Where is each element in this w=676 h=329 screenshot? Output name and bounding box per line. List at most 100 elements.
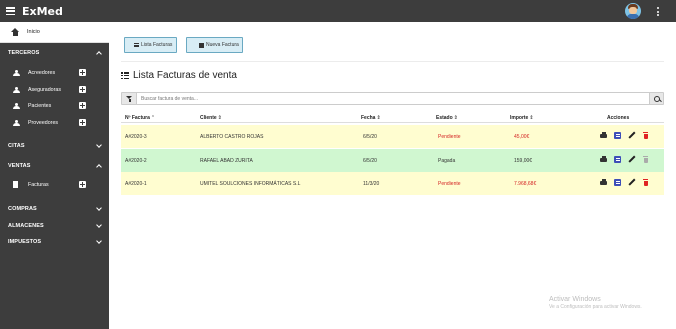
delete-disabled-icon <box>642 156 650 164</box>
chevron-down-icon <box>96 142 102 148</box>
table-header: Nº Factura⌃ Cliente⇕ Fecha⇕ Estado⇕ Impo… <box>121 111 664 123</box>
more-vert-icon[interactable] <box>656 7 659 16</box>
invoice-number: A#2020-2 <box>125 158 147 164</box>
sidebar-section-almacenes[interactable]: ALMACENES <box>0 220 109 232</box>
edit-icon[interactable] <box>628 156 636 164</box>
print-icon[interactable] <box>600 179 608 187</box>
add-paciente-icon[interactable] <box>79 102 86 109</box>
divider <box>121 61 664 62</box>
sidebar-item-acreedores[interactable]: Acreedores <box>0 67 109 79</box>
button-label: Lista Facturas <box>141 42 173 48</box>
sidebar-section-terceros[interactable]: TERCEROS <box>0 47 109 59</box>
pdf-icon[interactable] <box>614 156 622 164</box>
sidebar-item-label: Pacientes <box>28 103 52 109</box>
chevron-down-icon <box>96 205 102 211</box>
sidebar-item-aseguradoras[interactable]: Aseguradoras <box>0 84 109 96</box>
add-box-icon <box>199 42 204 48</box>
row-actions <box>600 132 660 141</box>
main-content: Lista Facturas Nueva Factura Lista Factu… <box>109 22 676 329</box>
delete-icon[interactable] <box>642 179 650 187</box>
new-invoice-button[interactable]: Nueva Factura <box>186 37 243 53</box>
table-row[interactable]: A#2020-2 RAFAEL ABAD ZURITA 6/5/20 Pagad… <box>121 149 664 172</box>
sort-icon: ⇕ <box>529 115 534 121</box>
list-icon <box>134 43 139 47</box>
sidebar-item-label: Proveedores <box>28 120 59 126</box>
add-factura-icon[interactable] <box>79 181 86 188</box>
windows-activation-watermark: Activar Windows Ve a Configuración para … <box>549 296 642 310</box>
print-icon[interactable] <box>600 156 608 164</box>
search-input[interactable] <box>137 93 649 104</box>
invoice-number: A#2020-3 <box>125 134 147 140</box>
sidebar-item-label: Facturas <box>28 182 49 188</box>
section-label: COMPRAS <box>8 206 37 212</box>
sidebar-item-inicio[interactable]: Inicio <box>0 22 109 43</box>
column-header-status[interactable]: Estado⇕ <box>436 115 458 121</box>
filter-icon[interactable] <box>122 93 137 104</box>
list-alt-icon <box>121 72 129 80</box>
page-title: Lista Facturas de venta <box>121 70 237 81</box>
column-header-date[interactable]: Fecha⇕ <box>361 115 381 121</box>
people-icon <box>13 103 21 109</box>
pdf-icon[interactable] <box>614 132 622 140</box>
button-label: Nueva Factura <box>206 42 239 48</box>
header-label: Fecha <box>361 115 376 121</box>
column-header-amount[interactable]: Importe⇕ <box>510 115 534 121</box>
row-actions <box>600 156 660 165</box>
edit-icon[interactable] <box>628 179 636 187</box>
invoice-status: Pendiente <box>438 134 461 140</box>
edit-icon[interactable] <box>628 132 636 140</box>
person-icon <box>13 120 21 126</box>
sidebar-item-facturas[interactable]: Facturas <box>0 179 109 191</box>
user-avatar[interactable] <box>625 3 641 19</box>
table-row[interactable]: A#2020-1 UMITEL SOULCIONES INFORMÁTICAS … <box>121 172 664 195</box>
column-header-client[interactable]: Cliente⇕ <box>200 115 222 121</box>
chevron-down-icon <box>96 222 102 228</box>
sidebar-item-label: Acreedores <box>28 70 56 76</box>
header-label: Nº Factura <box>125 115 150 121</box>
app-title: ExMed <box>22 4 63 18</box>
invoice-amount: 159,00€ <box>514 158 533 164</box>
search-bar <box>121 92 664 105</box>
hamburger-menu-icon[interactable] <box>6 7 15 15</box>
watermark-title: Activar Windows <box>549 296 601 303</box>
invoice-status: Pagada <box>438 158 456 164</box>
invoice-date: 6/5/20 <box>363 134 377 140</box>
section-label: ALMACENES <box>8 223 44 229</box>
sidebar-section-citas[interactable]: CITAS <box>0 140 109 152</box>
sidebar-section-impuestos[interactable]: IMPUESTOS <box>0 236 109 248</box>
sidebar-item-label: Inicio <box>27 29 40 35</box>
invoice-client: RAFAEL ABAD ZURITA <box>200 158 253 164</box>
add-proveedor-icon[interactable] <box>79 119 86 126</box>
invoice-amount: 45,00€ <box>514 134 530 140</box>
sidebar-item-pacientes[interactable]: Pacientes <box>0 100 109 112</box>
sort-asc-icon: ⌃ <box>150 115 156 121</box>
invoice-status: Pendiente <box>438 181 461 187</box>
delete-icon[interactable] <box>642 132 650 140</box>
page-title-text: Lista Facturas de venta <box>133 70 237 81</box>
pdf-icon[interactable] <box>614 179 622 187</box>
person-icon <box>13 87 21 93</box>
add-acreedor-icon[interactable] <box>79 69 86 76</box>
header-label: Estado <box>436 115 453 121</box>
list-invoices-button[interactable]: Lista Facturas <box>124 37 177 53</box>
section-label: CITAS <box>8 143 25 149</box>
table-row[interactable]: A#2020-3 ALBERTO CASTRO ROJAS 6/5/20 Pen… <box>121 125 664 148</box>
print-icon[interactable] <box>600 132 608 140</box>
document-icon <box>13 181 18 188</box>
sidebar-section-compras[interactable]: COMPRAS <box>0 203 109 215</box>
column-header-number[interactable]: Nº Factura⌃ <box>125 115 155 121</box>
watermark-subtitle: Ve a Configuración para activar Windows. <box>549 304 642 310</box>
sidebar-section-ventas[interactable]: VENTAS <box>0 160 109 172</box>
add-aseguradora-icon[interactable] <box>79 86 86 93</box>
top-app-bar: ExMed <box>0 0 676 22</box>
section-label: VENTAS <box>8 163 31 169</box>
sidebar-item-label: Aseguradoras <box>28 87 61 93</box>
invoice-client: ALBERTO CASTRO ROJAS <box>200 134 264 140</box>
section-label: IMPUESTOS <box>8 239 42 245</box>
sidebar-item-proveedores[interactable]: Proveedores <box>0 117 109 129</box>
header-label: Importe <box>510 115 529 121</box>
search-icon[interactable] <box>649 93 663 104</box>
sidebar: Inicio TERCEROS Acreedores Aseguradoras … <box>0 22 109 329</box>
chevron-down-icon <box>96 238 102 244</box>
section-label: TERCEROS <box>8 50 40 56</box>
